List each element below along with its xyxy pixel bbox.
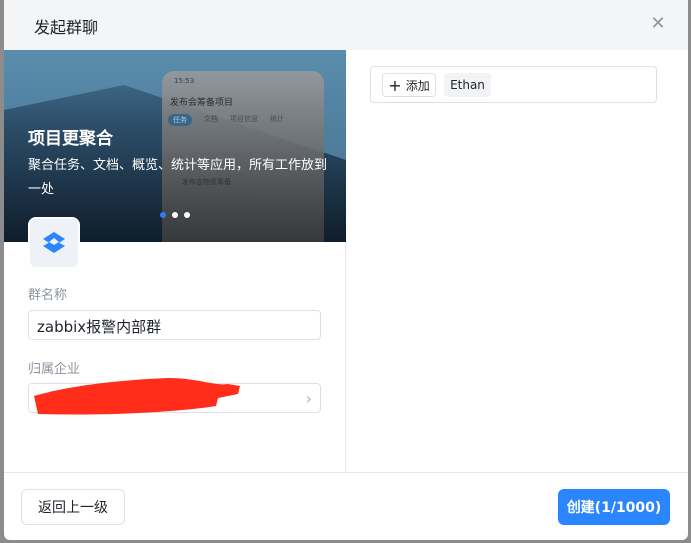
group-name-value: zabbix报警内部群 bbox=[37, 318, 162, 336]
banner-title: 项目更聚合 bbox=[28, 129, 113, 149]
back-button[interactable]: 返回上一级 bbox=[21, 489, 125, 525]
right-panel: + 添加 Ethan bbox=[347, 50, 688, 472]
phone-time: 15:53 bbox=[174, 77, 195, 85]
chevron-right-icon: › bbox=[305, 389, 312, 408]
carousel-dot[interactable] bbox=[160, 212, 166, 218]
group-name-input[interactable]: zabbix报警内部群 bbox=[28, 310, 321, 340]
add-member-button[interactable]: + 添加 bbox=[382, 73, 436, 97]
group-name-label: 群名称 bbox=[28, 288, 68, 303]
banner-description: 聚合任务、文档、概览、统计等应用，所有工作放到一处 bbox=[28, 158, 328, 197]
create-button[interactable]: 创建(1/1000) bbox=[558, 489, 670, 525]
add-member-label: 添加 bbox=[405, 78, 430, 93]
group-avatar[interactable] bbox=[28, 217, 80, 269]
close-icon[interactable]: ✕ bbox=[648, 14, 668, 34]
org-label: 归属企业 bbox=[28, 362, 81, 377]
dialog-header: 发起群聊 ✕ bbox=[4, 0, 688, 50]
create-group-dialog: 发起群聊 ✕ 15:53 发布会筹备项目 任务 文档 项目信息 统计 发布会物资… bbox=[4, 0, 688, 540]
feature-banner: 15:53 发布会筹备项目 任务 文档 项目信息 统计 发布会物资筹备 项目更聚… bbox=[4, 50, 346, 242]
layers-logo-icon bbox=[43, 232, 65, 253]
dialog-footer: 返回上一级 创建(1/1000) bbox=[4, 472, 688, 540]
redaction-scribble bbox=[34, 378, 240, 415]
phone-tab: 统计 bbox=[270, 115, 284, 123]
left-panel: 15:53 发布会筹备项目 任务 文档 项目信息 统计 发布会物资筹备 项目更聚… bbox=[4, 50, 346, 472]
plus-icon: + bbox=[388, 75, 402, 95]
carousel-dots bbox=[160, 212, 190, 218]
carousel-dot[interactable] bbox=[184, 212, 190, 218]
phone-tab: 文档 bbox=[204, 115, 218, 123]
phone-tab: 任务 bbox=[168, 114, 192, 126]
carousel-dot[interactable] bbox=[172, 212, 178, 218]
member-list: + 添加 Ethan bbox=[370, 66, 657, 103]
dialog-title: 发起群聊 bbox=[34, 18, 99, 37]
phone-tab: 项目信息 bbox=[230, 115, 258, 123]
member-chip[interactable]: Ethan bbox=[444, 73, 491, 97]
phone-project-title: 发布会筹备项目 bbox=[170, 98, 234, 108]
phone-tabs: 任务 文档 项目信息 统计 bbox=[168, 114, 284, 126]
